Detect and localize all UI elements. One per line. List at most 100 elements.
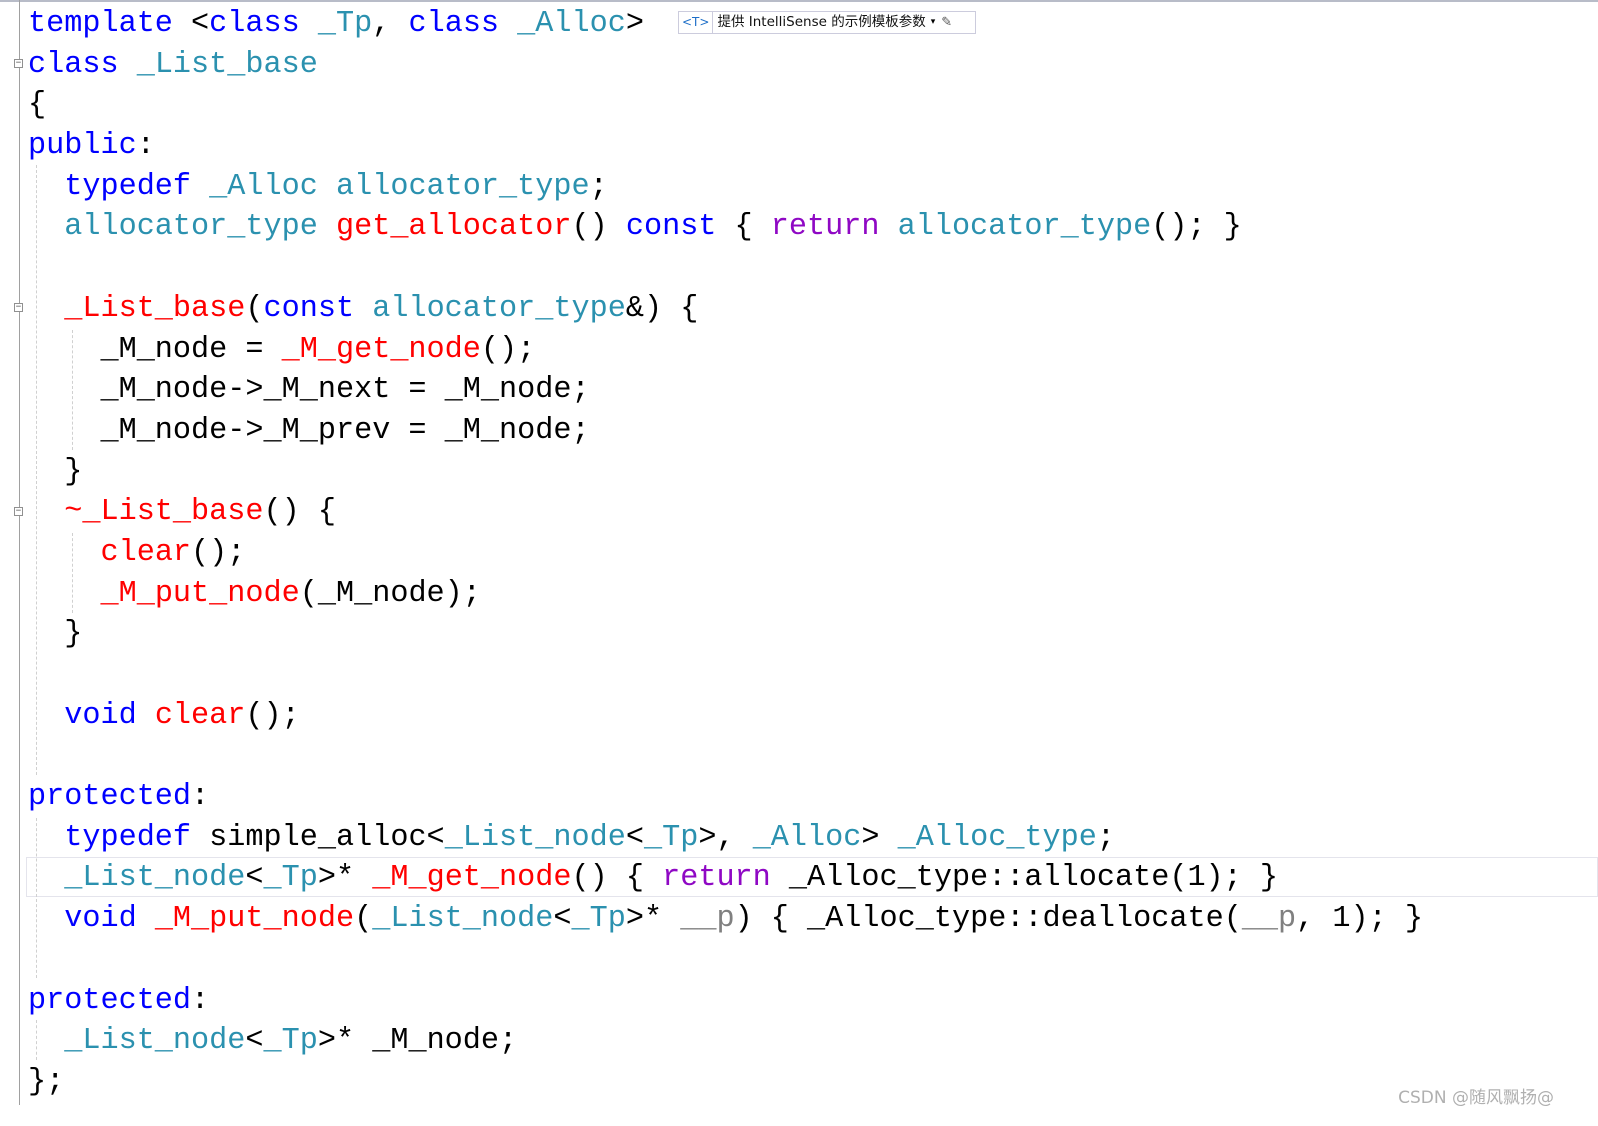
code-token: } [28,454,83,489]
dropdown-icon[interactable]: ▾ [931,12,936,33]
code-token: class [408,7,518,41]
code-token: > [625,7,644,41]
code-token: class [209,7,318,41]
code-token: __p [680,902,735,937]
code-line[interactable]: protected: [28,979,1423,1020]
code-line[interactable]: _List_base(const allocator_type&) { [28,287,1423,328]
code-token: const [625,210,717,245]
code-line[interactable]: protected: [28,775,1423,816]
code-token: allocator_type [372,291,626,326]
code-token: __p [1241,902,1297,937]
code-token: _M_node->_M_prev = _M_node; [28,413,590,448]
template-argument-hint[interactable]: <T> 提供 IntelliSense 的示例模板参数 ▾ ✎ [678,11,976,34]
code-line[interactable]: allocator_type get_allocator() const { r… [28,205,1423,246]
code-token: allocator_type [897,210,1152,245]
code-line[interactable]: } [28,450,1423,491]
code-line[interactable]: _M_node->_M_prev = _M_node; [28,409,1423,450]
code-token: _Alloc allocator_type [209,169,590,204]
code-token: (); } [1151,210,1242,245]
code-token: _Tp [571,902,626,937]
code-token: () { [571,861,663,896]
code-line[interactable]: _List_node<_Tp>* _M_get_node() { return … [28,856,1423,897]
code-token: _List_node [64,1024,246,1059]
template-icon: <T> [679,12,714,33]
code-line[interactable] [28,246,1423,287]
code-token: _Alloc [752,820,862,855]
hint-label: 提供 IntelliSense 的示例模板参数 [717,14,926,30]
code-line[interactable]: }; [28,1060,1423,1101]
code-line[interactable]: ~_List_base() { [28,490,1423,531]
code-token: clear [154,698,246,733]
code-token: _List_base [64,291,246,326]
code-token: (_M_node); [299,576,481,611]
code-token: _Alloc [517,7,626,41]
collapse-icon[interactable]: − [14,59,23,68]
code-token: (); [245,698,300,733]
code-line[interactable]: typedef _Alloc allocator_type; [28,165,1423,206]
code-line[interactable]: public: [28,124,1423,165]
code-line[interactable]: void _M_put_node(_List_node<_Tp>* __p) {… [28,897,1423,938]
code-line[interactable]: void clear(); [28,694,1423,735]
code-token: return [662,861,789,896]
code-line[interactable]: class _List_base [28,43,1423,84]
code-line[interactable] [28,734,1423,775]
code-token: ( [245,291,264,326]
code-token: < [191,7,210,41]
code-token: typedef [64,169,210,204]
code-token: _M_node->_M_next = _M_node; [28,373,590,408]
code-token: () { [263,495,336,530]
code-token: }; [28,1064,65,1099]
code-line[interactable]: _M_put_node(_M_node); [28,572,1423,613]
collapse-icon[interactable]: − [14,507,23,516]
code-line[interactable]: _M_node->_M_next = _M_node; [28,368,1423,409]
code-token: template [28,7,192,41]
code-line[interactable] [28,938,1423,979]
code-token: _M_put_node [154,902,355,937]
code-token: _List_node [444,820,626,855]
code-token: _Tp [263,1024,318,1059]
code-token: protected [28,780,192,815]
code-line[interactable]: } [28,612,1423,653]
code-token: get_allocator [335,210,572,245]
code-line[interactable] [28,653,1423,694]
code-token: >* [625,902,681,937]
code-token: ; [589,169,608,204]
code-editor[interactable]: template <class _Tp, class _Alloc> class … [28,2,1423,1101]
code-line[interactable]: _List_node<_Tp>* _M_node; [28,1019,1423,1060]
code-token: _M_node = [28,332,282,367]
code-token: _List_node [372,902,554,937]
code-token: simple_alloc< [209,820,445,855]
edit-icon[interactable]: ✎ [941,12,952,33]
code-token: ; [1096,820,1116,855]
code-token: typedef [64,820,210,855]
code-token: void [64,698,155,733]
code-line[interactable]: { [28,83,1423,124]
code-token: ( [354,902,373,937]
collapse-icon[interactable]: − [14,303,23,312]
code-token: , 1); } [1296,902,1423,937]
code-token: _List_node [64,861,246,896]
code-token: const [263,291,373,326]
code-token: < [245,1024,264,1059]
code-token: () [571,210,626,245]
code-line[interactable]: clear(); [28,531,1423,572]
code-token: < [245,861,264,896]
code-token: _Alloc_type [897,820,1097,855]
code-token: _M_get_node [372,861,572,896]
code-token: protected [28,983,192,1018]
watermark: CSDN @随风飘扬@ [1398,1088,1554,1108]
code-line[interactable]: _M_node = _M_get_node(); [28,328,1423,369]
code-token: > [861,820,898,855]
code-token: < [625,820,644,855]
code-line[interactable]: typedef simple_alloc<_List_node<_Tp>, _A… [28,816,1423,857]
